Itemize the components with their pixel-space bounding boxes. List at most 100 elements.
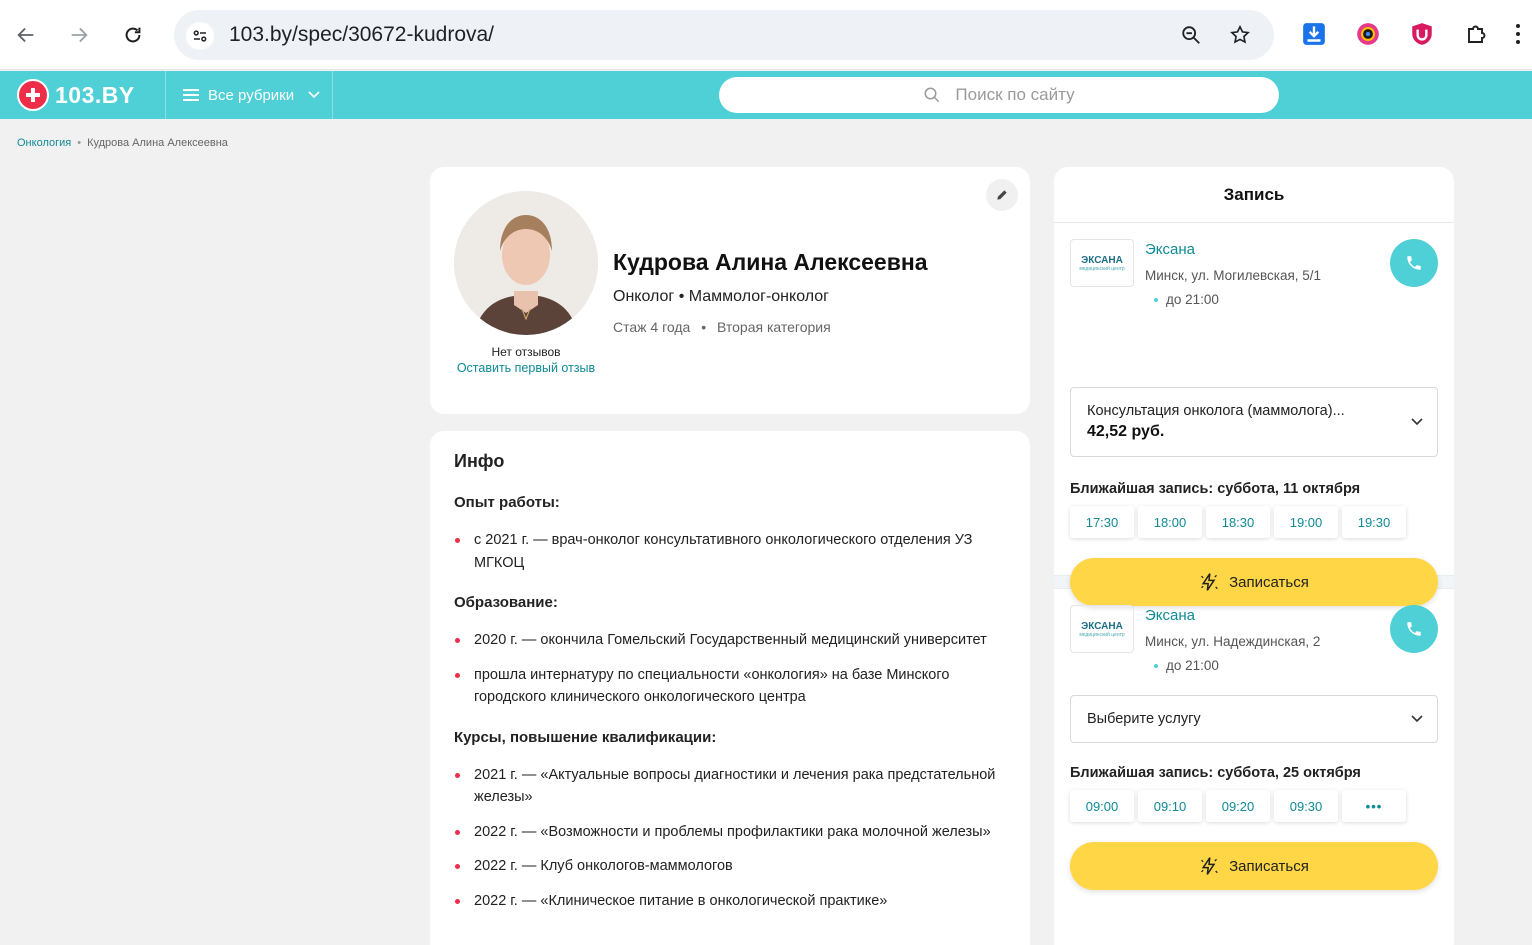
booking-title: Запись — [1054, 167, 1454, 223]
section-heading-experience: Опыт работы: — [454, 494, 560, 511]
camera-extension-icon[interactable] — [1354, 20, 1382, 48]
pencil-icon — [997, 190, 1007, 200]
clinic-name-link[interactable]: Эксана — [1145, 241, 1195, 258]
time-slot[interactable]: 19:00 — [1274, 506, 1338, 538]
list-item: 2022 г. — «Клиническое питание в онколог… — [454, 890, 1006, 913]
list-item: 2020 г. — окончила Гомельский Государств… — [454, 629, 1006, 652]
red-cross-logo-icon — [17, 79, 49, 111]
clinic-logo-text: ЭКСАНА — [1081, 620, 1123, 632]
call-button[interactable] — [1390, 239, 1438, 287]
meta-separator: • — [701, 319, 707, 335]
rubrics-label: Все рубрики — [208, 86, 295, 104]
clinic-block: ЭКСАНА медицинский центр Эксана Минск, у… — [1054, 589, 1454, 941]
service-placeholder: Выберите услугу — [1087, 711, 1201, 727]
education-list: 2020 г. — окончила Гомельский Государств… — [454, 629, 1006, 709]
site-logo[interactable]: 103.BY — [17, 79, 135, 111]
clinic-block: ЭКСАНА медицинский центр Эксана Минск, у… — [1054, 223, 1454, 606]
book-label: Записаться — [1229, 857, 1309, 875]
nearest-appointment: Ближайшая запись: суббота, 25 октября — [1070, 765, 1361, 781]
zoom-icon[interactable] — [1178, 22, 1204, 48]
list-item: 2022 г. — Клуб онкологов-маммологов — [454, 855, 1006, 878]
chevron-down-icon — [1411, 715, 1423, 723]
clinic-logo[interactable]: ЭКСАНА медицинский центр — [1070, 605, 1134, 653]
bookmark-star-icon[interactable] — [1227, 22, 1253, 48]
breadcrumb-separator: • — [77, 137, 82, 149]
breadcrumb-link-oncology[interactable]: Онкология — [17, 137, 71, 149]
logo-text: 103.BY — [55, 81, 135, 108]
list-item: прошла интернатуру по специальности «онк… — [454, 664, 1006, 709]
doctor-meta: Стаж 4 года • Вторая категория — [613, 319, 831, 335]
doctor-specialties: Онколог • Маммолог-онколог — [613, 288, 829, 305]
lightning-icon — [1201, 857, 1218, 875]
clinic-hours: до 21:00 — [1154, 292, 1219, 307]
book-label: Записаться — [1229, 573, 1309, 591]
service-select[interactable]: Консультация онколога (маммолога)... 42,… — [1070, 387, 1438, 457]
time-slot[interactable]: 17:30 — [1070, 506, 1134, 538]
clinic-logo-sub: медицинский центр — [1079, 265, 1125, 272]
service-price: 42,52 руб. — [1087, 423, 1165, 440]
arrow-left-icon — [17, 27, 34, 43]
browser-toolbar: 103.by/spec/30672-kudrova/ — [0, 0, 1532, 70]
time-slot[interactable]: 18:00 — [1138, 506, 1202, 538]
download-extension-icon[interactable] — [1300, 20, 1328, 48]
site-info-icon[interactable] — [186, 22, 214, 50]
time-slot[interactable]: 09:20 — [1206, 790, 1270, 822]
time-slot[interactable]: 09:00 — [1070, 790, 1134, 822]
back-button[interactable] — [9, 18, 43, 52]
edit-button[interactable] — [986, 179, 1018, 211]
hamburger-icon — [183, 89, 199, 101]
time-slot[interactable]: 19:30 — [1342, 506, 1406, 538]
time-slot[interactable]: 09:10 — [1138, 790, 1202, 822]
shield-extension-icon[interactable] — [1408, 20, 1436, 48]
list-item: 2022 г. — «Возможности и проблемы профил… — [454, 821, 1006, 844]
clinic-address: Минск, ул. Могилевская, 5/1 — [1145, 268, 1322, 283]
address-bar[interactable]: 103.by/spec/30672-kudrova/ — [174, 10, 1274, 60]
clinic-name-link[interactable]: Эксана — [1145, 607, 1195, 624]
chevron-down-icon — [1411, 418, 1423, 426]
open-status-dot — [1154, 297, 1158, 302]
reload-icon — [125, 27, 141, 43]
section-heading-courses: Курсы, повышение квалификации: — [454, 728, 717, 746]
experience-list: с 2021 г. — врач-онколог консультативног… — [454, 529, 1006, 574]
service-name: Консультация онколога (маммолога)... — [1087, 403, 1345, 419]
info-card: Инфо Опыт работы: с 2021 г. — врач-онкол… — [430, 431, 1030, 945]
site-header: 103.BY Все рубрики Поиск по сайту — [0, 71, 1532, 119]
time-slot[interactable]: 09:30 — [1274, 790, 1338, 822]
book-appointment-button[interactable]: Записаться — [1070, 842, 1438, 890]
call-button[interactable] — [1390, 605, 1438, 653]
search-icon — [924, 87, 940, 103]
breadcrumb: Онкология • Кудрова Алина Алексеевна — [17, 137, 228, 149]
list-item: с 2021 г. — врач-онколог консультативног… — [454, 529, 1006, 574]
site-search-input[interactable]: Поиск по сайту — [719, 77, 1279, 113]
phone-icon — [1407, 622, 1421, 636]
search-placeholder: Поиск по сайту — [955, 85, 1075, 104]
reload-button[interactable] — [116, 18, 150, 52]
breadcrumb-current: Кудрова Алина Алексеевна — [87, 137, 228, 149]
forward-button[interactable] — [62, 18, 96, 52]
clinic-address: Минск, ул. Надеждинская, 2 — [1145, 634, 1321, 649]
nearest-appointment: Ближайшая запись: суббота, 11 октября — [1070, 481, 1361, 497]
clinic-hours: до 21:00 — [1154, 658, 1219, 673]
menu-kebab-icon[interactable] — [1510, 20, 1526, 48]
puzzle-extensions-icon[interactable] — [1463, 20, 1491, 48]
doctor-profile-card: Нет отзывов Оставить первый отзыв Кудров… — [430, 167, 1030, 414]
open-status-dot — [1154, 663, 1158, 668]
clinic-hours-text: до 21:00 — [1166, 292, 1219, 307]
list-item: 2021 г. — «Актуальные вопросы диагностик… — [454, 764, 1006, 809]
phone-icon — [1407, 256, 1421, 270]
clinic-logo-text: ЭКСАНА — [1081, 254, 1123, 266]
leave-first-review-link[interactable]: Оставить первый отзыв — [454, 360, 598, 376]
chevron-down-icon — [308, 91, 320, 99]
service-select[interactable]: Выберите услугу — [1070, 695, 1438, 743]
section-heading-education: Образование: — [454, 594, 558, 611]
info-title: Инфо — [454, 451, 505, 471]
booking-panel: Запись ЭКСАНА медицинский центр Эксана М… — [1054, 167, 1454, 945]
more-slots-button[interactable]: ••• — [1342, 790, 1406, 822]
clinic-logo[interactable]: ЭКСАНА медицинский центр — [1070, 239, 1134, 287]
time-slot[interactable]: 18:30 — [1206, 506, 1270, 538]
all-rubrics-menu[interactable]: Все рубрики — [165, 71, 333, 119]
clinic-logo-sub: медицинский центр — [1079, 631, 1125, 638]
arrow-right-icon — [71, 27, 88, 43]
url-text: 103.by/spec/30672-kudrova/ — [229, 23, 495, 46]
experience-text: Стаж 4 года — [613, 319, 691, 335]
